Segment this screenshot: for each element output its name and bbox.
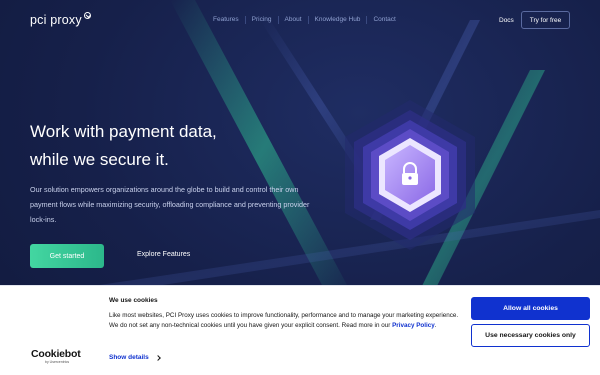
nav-link-about[interactable]: About [277,16,308,24]
cookie-body-text: Like most websites, PCI Proxy uses cooki… [109,311,459,330]
privacy-policy-link[interactable]: Privacy Policy [392,322,435,329]
pci-proxy-logo[interactable]: pci proxy [30,12,91,27]
show-details-link[interactable]: Show details [109,354,161,361]
necessary-cookies-only-button[interactable]: Use necessary cookies only [471,324,590,347]
nav-link-pricing[interactable]: Pricing [244,16,278,24]
cookiebot-brand: Cookiebot [31,348,81,360]
logo-text: pci proxy [30,13,82,27]
nav-links: Features Pricing About Knowledge Hub Con… [207,16,402,24]
top-navbar: pci proxy Features Pricing About Knowled… [0,0,600,42]
cookie-title: We use cookies [109,297,158,304]
headline-line-1: Work with payment data, [30,122,217,141]
nav-link-contact[interactable]: Contact [366,16,401,24]
security-hexagon-graphic [345,100,475,250]
explore-features-link[interactable]: Explore Features [137,251,190,258]
logo-check-icon [83,12,91,19]
cookie-consent-banner: Cookiebot by Usercentrics We use cookies… [0,285,600,375]
cookie-body-end: . [434,321,437,329]
hero-headline: Work with payment data, while we secure … [30,118,310,174]
hero-description: Our solution empowers organizations arou… [30,185,310,224]
show-details-label: Show details [109,354,149,361]
docs-link[interactable]: Docs [499,17,514,24]
nav-link-knowledge-hub[interactable]: Knowledge Hub [307,16,367,24]
chevron-right-icon [154,354,161,361]
allow-all-cookies-button[interactable]: Allow all cookies [471,297,590,320]
nav-link-features[interactable]: Features [207,16,245,24]
headline-line-2: while we secure it. [30,150,169,169]
try-for-free-button[interactable]: Try for free [521,11,570,29]
get-started-button[interactable]: Get started [30,244,104,268]
cookiebot-brand-sub: by Usercentrics [45,360,70,364]
cookiebot-logo: Cookiebot by Usercentrics [31,349,81,365]
